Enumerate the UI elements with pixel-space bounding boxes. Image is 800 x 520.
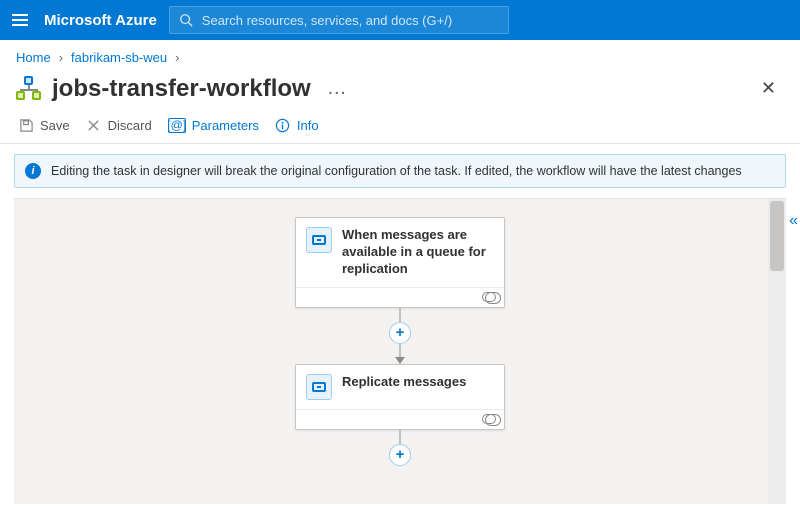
- workflow-action-card[interactable]: Replicate messages: [295, 364, 505, 430]
- discard-icon: [86, 117, 102, 133]
- action-title: Replicate messages: [342, 374, 466, 391]
- banner-text: Editing the task in designer will break …: [51, 164, 742, 178]
- azure-topbar: Microsoft Azure: [0, 0, 800, 40]
- breadcrumb-resource[interactable]: fabrikam-sb-weu: [71, 50, 167, 65]
- save-icon: [18, 117, 34, 133]
- workflow-trigger-card[interactable]: When messages are available in a queue f…: [295, 217, 505, 308]
- add-step-button[interactable]: +: [389, 322, 411, 344]
- menu-toggle-button[interactable]: [8, 8, 32, 32]
- chevron-right-icon: ›: [175, 50, 179, 65]
- collapse-panel-button[interactable]: «: [789, 212, 798, 230]
- brand-label: Microsoft Azure: [44, 12, 157, 29]
- connector: +: [389, 430, 411, 466]
- designer-toolbar: Save Discard [@] Parameters Info: [0, 111, 800, 144]
- workflow-icon: [16, 76, 42, 102]
- breadcrumb: Home › fabrikam-sb-weu ›: [0, 40, 800, 74]
- arrow-down-icon: [395, 357, 405, 364]
- parameters-button[interactable]: [@] Parameters: [168, 118, 259, 133]
- servicebus-icon: [306, 227, 332, 253]
- close-blade-button[interactable]: ✕: [753, 74, 784, 103]
- trigger-title: When messages are available in a queue f…: [342, 227, 494, 278]
- global-search[interactable]: [169, 6, 509, 34]
- page-header: jobs-transfer-workflow … ✕: [0, 74, 800, 111]
- chevron-right-icon: ›: [59, 50, 63, 65]
- info-button[interactable]: Info: [275, 117, 319, 133]
- discard-label: Discard: [108, 118, 152, 133]
- connector: +: [389, 308, 411, 364]
- info-banner: i Editing the task in designer will brea…: [14, 154, 786, 188]
- designer-canvas[interactable]: When messages are available in a queue f…: [14, 198, 786, 504]
- save-label: Save: [40, 118, 70, 133]
- more-actions-button[interactable]: …: [327, 77, 347, 100]
- breadcrumb-home[interactable]: Home: [16, 50, 51, 65]
- info-badge-icon: i: [25, 163, 41, 179]
- discard-button[interactable]: Discard: [86, 117, 152, 133]
- search-icon: [178, 12, 194, 28]
- parameters-icon: [@]: [168, 118, 186, 133]
- add-step-button[interactable]: +: [389, 444, 411, 466]
- servicebus-icon: [306, 374, 332, 400]
- search-input[interactable]: [202, 13, 500, 28]
- connection-icon: [482, 414, 496, 424]
- connection-icon: [482, 292, 496, 302]
- parameters-label: Parameters: [192, 118, 259, 133]
- page-title: jobs-transfer-workflow: [52, 75, 311, 103]
- save-button[interactable]: Save: [18, 117, 70, 133]
- info-label: Info: [297, 118, 319, 133]
- info-icon: [275, 117, 291, 133]
